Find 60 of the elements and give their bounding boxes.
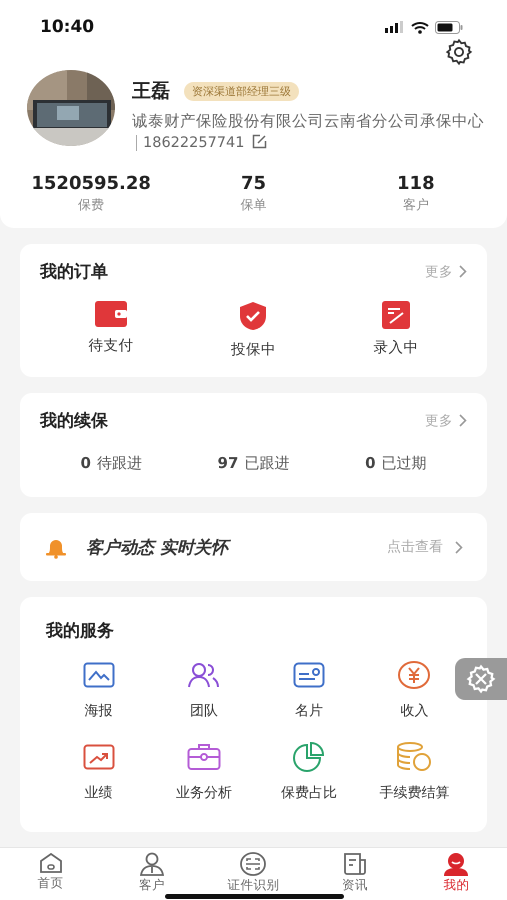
news-icon bbox=[342, 852, 367, 876]
stat-value: 1520595.28 bbox=[31, 173, 151, 194]
stat-label: 保费 bbox=[78, 197, 104, 214]
form-icon bbox=[382, 301, 410, 329]
floating-tool-button[interactable] bbox=[455, 658, 507, 700]
image-icon bbox=[82, 662, 115, 688]
yen-coin-icon bbox=[397, 660, 432, 690]
order-status-item[interactable]: 录入中 bbox=[324, 301, 467, 359]
battery-icon bbox=[435, 20, 463, 34]
phone-number: 18622257741 bbox=[136, 135, 244, 151]
tab-item[interactable]: 证件识别 bbox=[202, 848, 304, 900]
order-status-item[interactable]: 待支付 bbox=[40, 301, 182, 359]
edit-icon[interactable] bbox=[252, 134, 268, 149]
home-icon bbox=[38, 852, 63, 874]
service-item[interactable]: 手续费结算 bbox=[379, 742, 450, 802]
service-item[interactable]: 海报 bbox=[82, 660, 115, 720]
service-item[interactable]: 团队 bbox=[186, 660, 221, 720]
section-title: 我的订单 bbox=[40, 261, 108, 283]
signal-icon bbox=[385, 21, 405, 33]
tab-item[interactable]: 客户 bbox=[101, 848, 203, 900]
stat-value: 75 bbox=[240, 173, 266, 194]
service-item[interactable]: 名片 bbox=[293, 660, 326, 720]
stat-label: 客户 bbox=[402, 197, 429, 214]
scan-icon bbox=[240, 852, 266, 876]
shield-check-icon bbox=[238, 301, 268, 331]
gear-icon bbox=[466, 664, 496, 694]
wifi-icon bbox=[411, 20, 429, 34]
section-title: 我的服务 bbox=[46, 621, 114, 641]
profile-icon bbox=[443, 852, 470, 876]
user-name: 王磊 bbox=[132, 79, 170, 104]
service-item[interactable]: 保费占比 bbox=[281, 742, 338, 802]
order-status-item[interactable]: 投保中 bbox=[182, 301, 325, 359]
rank-badge: 资深渠道部经理三级 bbox=[184, 82, 299, 100]
service-item[interactable]: 业务分析 bbox=[176, 742, 232, 802]
notice-text: 客户动态 实时关怀 bbox=[86, 536, 387, 558]
chart-up-icon bbox=[82, 744, 115, 770]
chevron-icon bbox=[455, 540, 463, 554]
service-item[interactable]: 业绩 bbox=[82, 742, 115, 802]
chevron-icon bbox=[459, 414, 467, 427]
settings-icon[interactable] bbox=[445, 38, 473, 66]
person-icon bbox=[139, 852, 166, 876]
company-name: 诚泰财产保险股份有限公司云南省分公司承保中心 bbox=[132, 112, 484, 130]
pie-chart-icon bbox=[292, 742, 326, 772]
section-title: 我的续保 bbox=[40, 410, 108, 432]
service-item[interactable]: 收入 bbox=[397, 660, 432, 720]
card-icon bbox=[293, 662, 326, 688]
coins-icon bbox=[396, 742, 432, 772]
tab-item[interactable]: 我的 bbox=[406, 848, 507, 900]
renewal-stat[interactable]: 97 已跟进 bbox=[182, 454, 325, 473]
wallet-icon bbox=[95, 301, 128, 327]
tab-item[interactable]: 首页 bbox=[0, 848, 102, 900]
renewal-stat[interactable]: 0 已过期 bbox=[324, 454, 467, 473]
renewal-stat[interactable]: 0 待跟进 bbox=[40, 454, 182, 473]
stat-label: 保单 bbox=[240, 197, 266, 214]
people-icon bbox=[186, 662, 221, 688]
tab-item[interactable]: 资讯 bbox=[304, 848, 406, 900]
briefcase-icon bbox=[186, 743, 221, 771]
status-time: 10:40 bbox=[40, 17, 94, 37]
stat-value: 118 bbox=[397, 173, 435, 194]
chevron-icon bbox=[459, 265, 467, 278]
